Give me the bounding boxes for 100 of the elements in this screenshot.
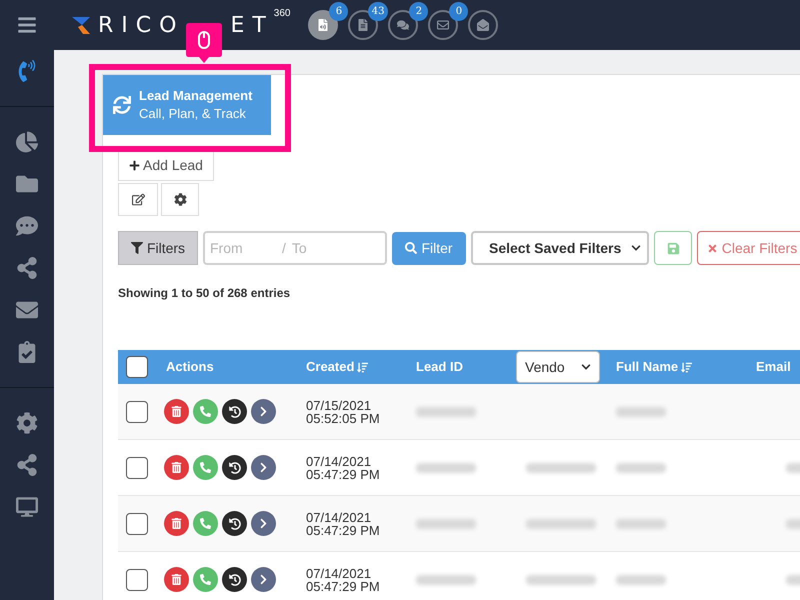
blurred-text — [616, 462, 666, 472]
range-separator: / — [282, 238, 286, 258]
sort-icon[interactable] — [357, 362, 368, 372]
tab-title: Lead Management — [139, 87, 252, 105]
created-cell-text: 07/14/2021 05:47:29 PM — [305, 454, 381, 480]
logo-text: RICO — [98, 12, 184, 40]
settings-button[interactable] — [161, 183, 199, 216]
column-header[interactable]: Created — [306, 357, 354, 377]
edit-icon — [132, 193, 144, 206]
column-header[interactable]: Full Name — [616, 357, 678, 377]
open-button[interactable] — [251, 567, 276, 592]
filter-button[interactable]: Filter — [392, 232, 466, 264]
blurred-text — [616, 518, 666, 528]
phone-icon[interactable] — [16, 60, 38, 82]
column-header: Lead ID — [416, 359, 463, 374]
created-cell-text: 07/14/2021 05:47:29 PM — [305, 566, 381, 592]
blurred-text — [616, 574, 666, 584]
open-button[interactable] — [251, 399, 276, 424]
filter-icon — [130, 242, 143, 254]
open-button[interactable] — [251, 511, 276, 536]
filters-button[interactable]: Filters — [118, 231, 198, 265]
history-icon — [228, 518, 240, 530]
tab[interactable]: Lead Management Call, Plan, & Track — [103, 75, 271, 135]
phone-icon — [200, 462, 211, 473]
add-lead-button[interactable]: Add Lead — [118, 149, 214, 181]
delete-button[interactable] — [164, 567, 189, 592]
close-icon — [706, 242, 718, 254]
column-header: Actions — [166, 359, 214, 374]
phone-icon — [200, 518, 211, 529]
logo-mark-icon — [70, 14, 92, 36]
blurred-text — [616, 406, 666, 416]
vendor-select[interactable]: Vendo — [516, 351, 600, 383]
mail-icon — [437, 19, 450, 31]
blurred-text — [416, 406, 476, 416]
search-icon — [405, 242, 418, 254]
chat-icon[interactable] — [16, 215, 38, 237]
logo-superscript: 360 — [274, 8, 290, 18]
to-field[interactable]: To — [292, 238, 372, 258]
phone-icon — [200, 406, 211, 417]
notification-count: 43 — [368, 2, 388, 21]
from-field[interactable]: From — [210, 238, 282, 258]
notification-count: 0 — [449, 2, 468, 21]
clipboard-check-icon[interactable] — [16, 341, 38, 363]
open-envelope-icon — [477, 19, 490, 31]
file-icon — [357, 19, 370, 31]
blurred-text — [416, 518, 476, 528]
pie-chart-icon[interactable] — [16, 131, 38, 153]
open-button[interactable] — [251, 455, 276, 480]
audio-file-icon — [317, 19, 330, 31]
checkbox[interactable] — [126, 400, 148, 422]
notification-button[interactable] — [308, 10, 338, 40]
blurred-text — [526, 462, 596, 472]
chevron-right-icon — [258, 462, 269, 473]
history-button[interactable] — [222, 455, 247, 480]
settings-icon — [174, 193, 186, 206]
phone-icon — [200, 574, 211, 585]
history-button[interactable] — [222, 511, 247, 536]
history-icon — [228, 462, 240, 474]
history-icon — [228, 406, 240, 418]
history-button[interactable] — [222, 399, 247, 424]
delete-button[interactable] — [164, 399, 189, 424]
chevron-down-icon — [581, 362, 591, 372]
chevron-down-icon — [631, 243, 641, 253]
chevron-right-icon — [258, 406, 269, 417]
chevron-right-icon — [258, 574, 269, 585]
notification-count: 2 — [409, 2, 428, 21]
chevron-right-icon — [258, 518, 269, 529]
checkbox[interactable] — [126, 568, 148, 590]
blurred-text — [526, 574, 596, 584]
mail-icon[interactable] — [16, 299, 38, 321]
checkbox[interactable] — [126, 356, 148, 378]
tab-subtitle: Call, Plan, & Track — [139, 105, 247, 123]
trash-icon — [171, 462, 182, 473]
edit-button[interactable] — [118, 183, 158, 216]
blurred-text — [526, 518, 596, 528]
clear-filters-button[interactable]: Clear Filters — [697, 231, 800, 265]
monitor-icon[interactable] — [16, 496, 38, 518]
checkbox[interactable] — [126, 456, 148, 478]
trash-icon — [171, 574, 182, 585]
share-icon[interactable] — [16, 257, 38, 279]
settings-icon[interactable] — [16, 412, 38, 434]
created-cell-text: 07/15/2021 05:52:05 PM — [305, 398, 381, 424]
menu-icon[interactable] — [17, 15, 37, 35]
mouse-callout — [186, 23, 222, 63]
delete-button[interactable] — [164, 455, 189, 480]
delete-button[interactable] — [164, 511, 189, 536]
checkbox[interactable] — [126, 512, 148, 534]
saved-filters-select[interactable]: Select Saved Filters — [471, 231, 649, 265]
share-icon[interactable] — [16, 454, 38, 476]
chat-icon — [397, 19, 410, 31]
folder-icon[interactable] — [16, 173, 38, 195]
created-cell-text: 07/14/2021 05:47:29 PM — [305, 510, 381, 536]
blurred-text — [416, 574, 476, 584]
column-header: Email — [756, 359, 791, 374]
trash-icon — [171, 518, 182, 529]
history-button[interactable] — [222, 567, 247, 592]
blurred-text — [416, 462, 476, 472]
date-range-field[interactable]: From / To — [203, 231, 387, 265]
sort-icon[interactable] — [681, 362, 692, 372]
plus-icon — [129, 160, 140, 170]
